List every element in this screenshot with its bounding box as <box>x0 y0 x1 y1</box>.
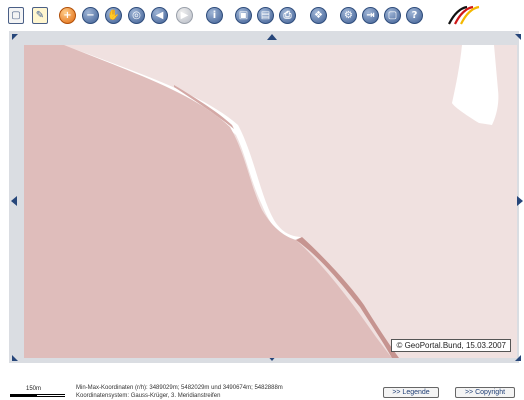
pan-hand-icon[interactable]: ✋ <box>105 7 122 24</box>
export-icon[interactable]: ⇥ <box>362 7 379 24</box>
download-icon[interactable]: ▤ <box>257 7 274 24</box>
back-icon[interactable]: ◀ <box>151 7 168 24</box>
pan-east-arrow[interactable] <box>517 196 523 206</box>
map-canvas[interactable]: © GeoPortal.Bund, 15.03.2007 <box>24 45 517 358</box>
coordinate-system: Koordinatensystem: Gauss-Krüger, 3. Meri… <box>76 393 221 399</box>
settings-icon[interactable]: ⚙ <box>340 7 357 24</box>
edit-pen-icon[interactable]: ✎ <box>32 7 48 24</box>
new-document-icon[interactable]: ▢ <box>8 7 24 24</box>
map-copyright-label: © GeoPortal.Bund, 15.03.2007 <box>391 339 511 352</box>
map-footer: 150m Min-Max-Koordinaten (r/h): 3489029m… <box>0 364 524 399</box>
zoom-out-icon[interactable]: − <box>82 7 99 24</box>
pan-north-arrow[interactable] <box>267 34 277 40</box>
save-icon[interactable]: ▣ <box>235 7 252 24</box>
window-icon[interactable]: ▢ <box>384 7 401 24</box>
zoom-in-icon[interactable]: + <box>59 7 76 24</box>
print-icon[interactable]: ⎙ <box>279 7 296 24</box>
map-graphic <box>24 45 517 358</box>
scale-label: 150m <box>26 386 42 392</box>
forward-icon[interactable]: ▶ <box>176 7 193 24</box>
map-toolbar: ▢ ✎ + − ✋ ◎ ◀ ▶ i ▣ ▤ ⎙ ❖ ⚙ ⇥ ▢ ? <box>0 0 524 30</box>
zoom-box-icon[interactable]: ◎ <box>128 7 145 24</box>
pan-west-arrow[interactable] <box>11 196 17 206</box>
geoportal-logo <box>448 5 480 25</box>
scale-bar-segment <box>37 395 65 396</box>
map-frame: © GeoPortal.Bund, 15.03.2007 <box>9 31 523 363</box>
pan-northwest-arrow[interactable] <box>12 34 18 40</box>
copyright-button[interactable]: >> Copyright <box>455 387 515 398</box>
pan-northeast-arrow[interactable] <box>515 34 521 40</box>
coordinate-range: Min-Max-Koordinaten (r/h): 3489029m; 548… <box>76 385 283 391</box>
layers-icon[interactable]: ❖ <box>310 7 327 24</box>
pan-southwest-arrow[interactable] <box>12 355 18 361</box>
help-icon[interactable]: ? <box>406 7 423 24</box>
legend-button[interactable]: >> Legende <box>383 387 439 398</box>
info-icon[interactable]: i <box>206 7 223 24</box>
